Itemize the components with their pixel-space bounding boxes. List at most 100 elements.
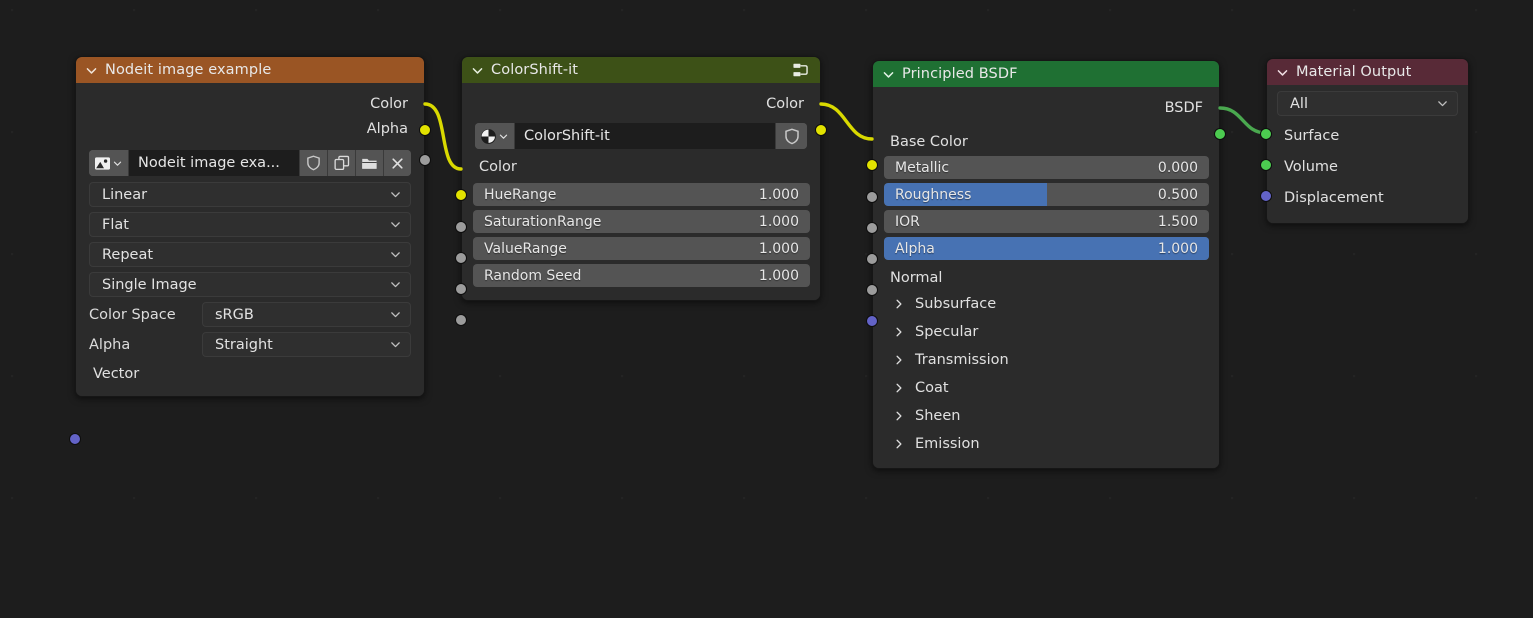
value-range-label: ValueRange bbox=[484, 241, 567, 257]
nodegroup-name-field[interactable]: ColorShift-it bbox=[515, 123, 775, 149]
open-image-button[interactable] bbox=[355, 150, 383, 176]
node-color-shift[interactable]: ColorShift-it Color bbox=[461, 56, 821, 301]
chevron-down-icon bbox=[389, 338, 402, 351]
node-header-principled-bsdf[interactable]: Principled BSDF bbox=[873, 61, 1219, 87]
color-space-dropdown[interactable]: sRGB bbox=[202, 302, 411, 327]
alpha-mode-value: Straight bbox=[215, 337, 273, 353]
saturation-range-slider[interactable]: SaturationRange 1.000 bbox=[473, 210, 810, 233]
alpha-mode-dropdown[interactable]: Straight bbox=[202, 332, 411, 357]
output-label-color: Color bbox=[370, 96, 408, 112]
metallic-slider[interactable]: Metallic 0.000 bbox=[884, 156, 1209, 179]
extension-dropdown[interactable]: Repeat bbox=[89, 242, 411, 267]
color-space-value: sRGB bbox=[215, 307, 254, 323]
value-range-value: 1.000 bbox=[759, 241, 799, 257]
chevron-down-icon[interactable] bbox=[85, 64, 98, 77]
unlink-image-button[interactable] bbox=[383, 150, 411, 176]
output-row-color: Color bbox=[76, 91, 424, 116]
source-dropdown[interactable]: Single Image bbox=[89, 272, 411, 297]
input-socket-base-color[interactable] bbox=[866, 159, 878, 171]
nodegroup-datablock-widget[interactable]: ColorShift-it bbox=[475, 123, 807, 149]
panel-sheen[interactable]: Sheen bbox=[873, 402, 1219, 430]
output-socket-color[interactable] bbox=[815, 124, 827, 136]
chevron-right-icon bbox=[893, 382, 905, 394]
projection-dropdown[interactable]: Flat bbox=[89, 212, 411, 237]
node-title-image-texture: Nodeit image example bbox=[105, 62, 271, 78]
nodegroup-browse-button[interactable] bbox=[475, 123, 515, 149]
input-socket-value-range[interactable] bbox=[455, 283, 467, 295]
input-socket-color[interactable] bbox=[455, 189, 467, 201]
chevron-right-icon bbox=[893, 410, 905, 422]
node-principled-bsdf[interactable]: Principled BSDF BSDF Base Color Metallic… bbox=[872, 60, 1220, 469]
output-socket-bsdf[interactable] bbox=[1214, 128, 1226, 140]
panel-subsurface[interactable]: Subsurface bbox=[873, 290, 1219, 318]
panel-specular[interactable]: Specular bbox=[873, 318, 1219, 346]
value-row-alpha: Alpha 1.000 bbox=[873, 236, 1219, 261]
output-socket-color[interactable] bbox=[419, 124, 431, 136]
panel-label-sheen: Sheen bbox=[915, 408, 960, 424]
roughness-slider[interactable]: Roughness 0.500 bbox=[884, 183, 1209, 206]
fake-user-button[interactable] bbox=[775, 123, 807, 149]
hue-range-slider[interactable]: HueRange 1.000 bbox=[473, 183, 810, 206]
node-header-color-shift[interactable]: ColorShift-it bbox=[462, 57, 820, 83]
random-seed-value: 1.000 bbox=[759, 268, 799, 284]
image-name-field[interactable]: Nodeit image exa... bbox=[129, 150, 299, 176]
chevron-down-icon[interactable] bbox=[471, 64, 484, 77]
input-row-base-color: Base Color bbox=[873, 129, 1219, 154]
chevron-down-icon bbox=[389, 308, 402, 321]
input-socket-normal[interactable] bbox=[866, 315, 878, 327]
input-socket-hue-range[interactable] bbox=[455, 221, 467, 233]
chevron-right-icon bbox=[893, 326, 905, 338]
input-socket-surface[interactable] bbox=[1260, 128, 1272, 140]
input-socket-roughness[interactable] bbox=[866, 222, 878, 234]
node-editor-canvas[interactable]: Nodeit image example Color Alpha bbox=[0, 0, 1533, 618]
fake-user-button[interactable] bbox=[299, 150, 327, 176]
output-row-color: Color bbox=[462, 91, 820, 116]
value-row-random-seed: Random Seed 1.000 bbox=[462, 263, 820, 288]
random-seed-slider[interactable]: Random Seed 1.000 bbox=[473, 264, 810, 287]
chevron-down-icon bbox=[1436, 97, 1449, 110]
panel-emission[interactable]: Emission bbox=[873, 430, 1219, 458]
panel-coat[interactable]: Coat bbox=[873, 374, 1219, 402]
chevron-right-icon bbox=[893, 438, 905, 450]
new-image-button[interactable] bbox=[327, 150, 355, 176]
node-image-texture[interactable]: Nodeit image example Color Alpha bbox=[75, 56, 425, 397]
panel-label-transmission: Transmission bbox=[915, 352, 1009, 368]
value-row-ior: IOR 1.500 bbox=[873, 209, 1219, 234]
input-socket-metallic[interactable] bbox=[866, 191, 878, 203]
input-socket-alpha[interactable] bbox=[866, 284, 878, 296]
shield-fake-user-icon bbox=[784, 128, 800, 145]
close-x-icon bbox=[390, 156, 405, 171]
input-socket-volume[interactable] bbox=[1260, 159, 1272, 171]
input-socket-vector[interactable] bbox=[69, 433, 81, 445]
input-socket-saturation-range[interactable] bbox=[455, 252, 467, 264]
input-socket-displacement[interactable] bbox=[1260, 190, 1272, 202]
output-socket-alpha[interactable] bbox=[419, 154, 431, 166]
panel-transmission[interactable]: Transmission bbox=[873, 346, 1219, 374]
alpha-slider[interactable]: Alpha 1.000 bbox=[884, 237, 1209, 260]
chevron-down-icon[interactable] bbox=[1276, 66, 1289, 79]
link-bsdf-to-material-output-surface bbox=[1220, 108, 1266, 133]
node-header-image-texture[interactable]: Nodeit image example bbox=[76, 57, 424, 83]
chevron-down-icon bbox=[112, 158, 123, 169]
input-row-color: Color bbox=[462, 154, 820, 179]
panel-label-specular: Specular bbox=[915, 324, 978, 340]
chevron-down-icon bbox=[498, 131, 509, 142]
chevron-down-icon bbox=[389, 218, 402, 231]
value-range-slider[interactable]: ValueRange 1.000 bbox=[473, 237, 810, 260]
alpha-mode-label: Alpha bbox=[89, 337, 193, 353]
node-header-material-output[interactable]: Material Output bbox=[1267, 59, 1468, 85]
target-dropdown[interactable]: All bbox=[1277, 91, 1458, 116]
input-socket-random-seed[interactable] bbox=[455, 314, 467, 326]
node-body-image-texture: Color Alpha bbox=[76, 83, 424, 396]
alpha-mode-row: Alpha Straight bbox=[76, 331, 424, 358]
metallic-value: 0.000 bbox=[1158, 160, 1198, 176]
chevron-down-icon[interactable] bbox=[882, 68, 895, 81]
image-datablock-widget[interactable]: Nodeit image exa... bbox=[89, 150, 411, 176]
input-socket-ior[interactable] bbox=[866, 253, 878, 265]
node-group-icon[interactable] bbox=[792, 62, 810, 83]
interpolation-dropdown[interactable]: Linear bbox=[89, 182, 411, 207]
image-browse-button[interactable] bbox=[89, 150, 129, 176]
panel-label-emission: Emission bbox=[915, 436, 980, 452]
node-material-output[interactable]: Material Output All Surface Volume D bbox=[1266, 58, 1469, 224]
ior-slider[interactable]: IOR 1.500 bbox=[884, 210, 1209, 233]
